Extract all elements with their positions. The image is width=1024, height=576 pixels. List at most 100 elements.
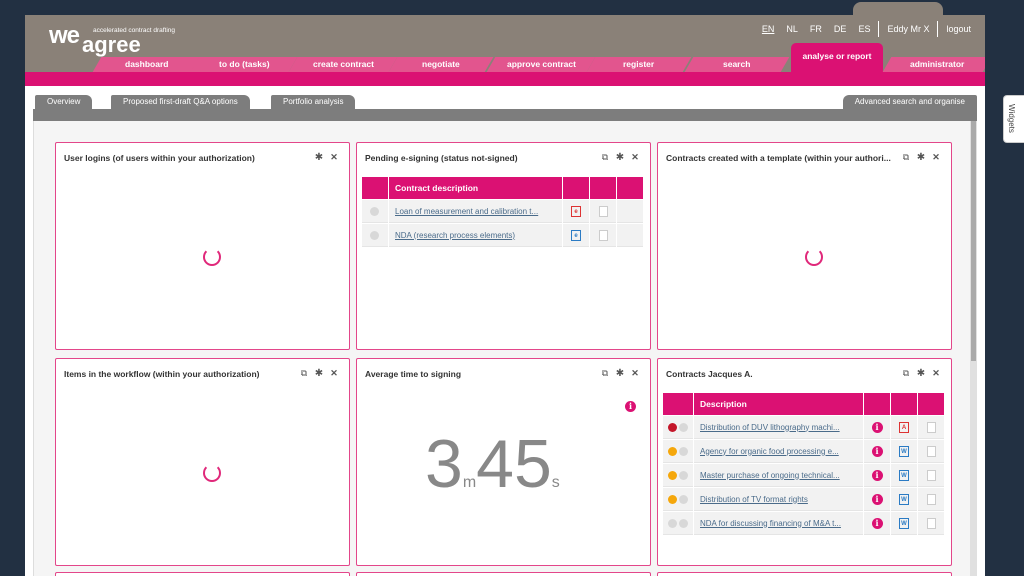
lang-es[interactable]: ES [852,24,876,34]
widget-title: User logins (of users within your author… [64,153,255,163]
file-cell: e [563,200,589,223]
nav-negotiate[interactable]: negotiate [388,57,494,72]
table-header-row: Description [663,393,944,415]
tab-portfolio-analysis[interactable]: Portfolio analysis [271,95,356,109]
widget-title: Contracts created with a template (withi… [666,153,891,163]
status-cell [362,224,388,247]
word-file-icon[interactable]: W [899,493,909,505]
close-icon[interactable]: ✕ [329,152,339,162]
contract-link[interactable]: Distribution of DUV lithography machi... [694,416,863,439]
contract-link[interactable]: Loan of measurement and calibration t... [389,200,562,223]
blank-file-icon[interactable] [598,205,608,217]
word-file-icon[interactable]: W [899,445,909,457]
close-icon[interactable]: ✕ [630,152,640,162]
doc-cell [918,440,944,463]
lang-nl[interactable]: NL [780,24,804,34]
nav-analyse-report[interactable]: analyse or report [791,43,883,72]
table-row[interactable]: Distribution of DUV lithography machi...… [663,416,944,439]
contract-link[interactable]: Distribution of TV format rights [694,488,863,511]
word-file-icon[interactable]: W [899,517,909,529]
file-cell: A [891,416,917,439]
tab-overview[interactable]: Overview [35,95,93,109]
tab-qa-options[interactable]: Proposed first-draft Q&A options [111,95,250,109]
nav-admin-label: administrator [909,59,965,69]
table-row[interactable]: Loan of measurement and calibration t...… [362,200,643,223]
widgets-side-tab[interactable]: Widgets [1003,95,1024,143]
blank-file-icon[interactable] [926,469,936,481]
nav-create-label: create contract [312,59,374,69]
loading-spinner-icon [805,248,823,266]
doc-cell [590,200,616,223]
table-row[interactable]: NDA (research process elements) e [362,224,643,247]
info-icon[interactable]: i [625,401,636,412]
nav-administrator[interactable]: administrator [882,57,985,72]
contract-link[interactable]: NDA (research process elements) [389,224,562,247]
gear-icon[interactable]: ✱ [314,152,324,163]
widget-partial [657,572,952,576]
pdf-file-icon[interactable]: A [899,421,909,433]
external-link-icon[interactable]: ⧉ [901,152,911,162]
table-row[interactable]: Agency for organic food processing e... … [663,440,944,463]
close-icon[interactable]: ✕ [931,152,941,162]
widget-user-logins: User logins (of users within your author… [55,142,350,350]
logout-link[interactable]: logout [940,24,977,34]
table-row[interactable]: NDA for discussing financing of M&A t...… [663,512,944,535]
dashboard-content: User logins (of users within your author… [33,121,977,576]
blank-file-icon[interactable] [926,421,936,433]
nav-dashboard[interactable]: dashboard [92,57,202,72]
close-icon[interactable]: ✕ [329,368,339,378]
blank-file-icon[interactable] [926,517,936,529]
contract-link[interactable]: Master purchase of ongoing technical... [694,464,863,487]
user-name[interactable]: Eddy Mr X [881,24,935,34]
gear-icon[interactable]: ✱ [916,152,926,163]
blank-file-icon[interactable] [926,445,936,457]
info-icon[interactable]: i [871,517,883,529]
nav-search-label: search [723,59,751,69]
loading-spinner-icon [203,248,221,266]
nav-register-label: register [623,59,655,69]
doc-cell [918,416,944,439]
file-cell: W [891,512,917,535]
contract-link[interactable]: Agency for organic food processing e... [694,440,863,463]
info-icon[interactable]: i [871,469,883,481]
external-link-icon[interactable]: ⧉ [299,368,309,378]
contract-link[interactable]: NDA for discussing financing of M&A t... [694,512,863,535]
nav-todo[interactable]: to do (tasks) [190,57,298,72]
nav-approve-contract[interactable]: approve contract [486,57,596,72]
lang-de[interactable]: DE [828,24,853,34]
nav-search[interactable]: search [684,57,790,72]
header-info [864,393,890,415]
scrollbar[interactable] [970,121,977,576]
scroll-thumb[interactable] [971,121,976,361]
lang-fr[interactable]: FR [804,24,828,34]
info-icon[interactable]: i [871,493,883,505]
status-dot-icon [370,206,379,216]
external-link-icon[interactable]: ⧉ [600,152,610,162]
lang-en[interactable]: EN [756,24,781,34]
nav-dashboard-label: dashboard [125,59,169,69]
blank-file-icon[interactable] [598,229,608,241]
close-icon[interactable]: ✕ [630,368,640,378]
tab-advanced-search[interactable]: Advanced search and organise [842,95,977,109]
gear-icon[interactable]: ✱ [916,368,926,379]
word-file-icon[interactable]: e [571,229,581,241]
doc-cell [918,512,944,535]
table-row[interactable]: Distribution of TV format rights i W [663,488,944,511]
external-link-icon[interactable]: ⧉ [600,368,610,378]
info-icon[interactable]: i [871,421,883,433]
info-icon[interactable]: i [871,445,883,457]
nav-register[interactable]: register [586,57,692,72]
gear-icon[interactable]: ✱ [615,368,625,379]
pdf-file-icon[interactable]: e [571,205,581,217]
info-cell: i [864,464,890,487]
word-file-icon[interactable]: W [899,469,909,481]
external-link-icon[interactable]: ⧉ [901,368,911,378]
gear-icon[interactable]: ✱ [314,368,324,379]
nav-create-contract[interactable]: create contract [288,57,398,72]
table-row[interactable]: Master purchase of ongoing technical... … [663,464,944,487]
gear-icon[interactable]: ✱ [615,152,625,163]
widget-title: Average time to signing [365,369,462,379]
blank-file-icon[interactable] [926,493,936,505]
close-icon[interactable]: ✕ [931,368,941,378]
widget-partial [55,572,350,576]
